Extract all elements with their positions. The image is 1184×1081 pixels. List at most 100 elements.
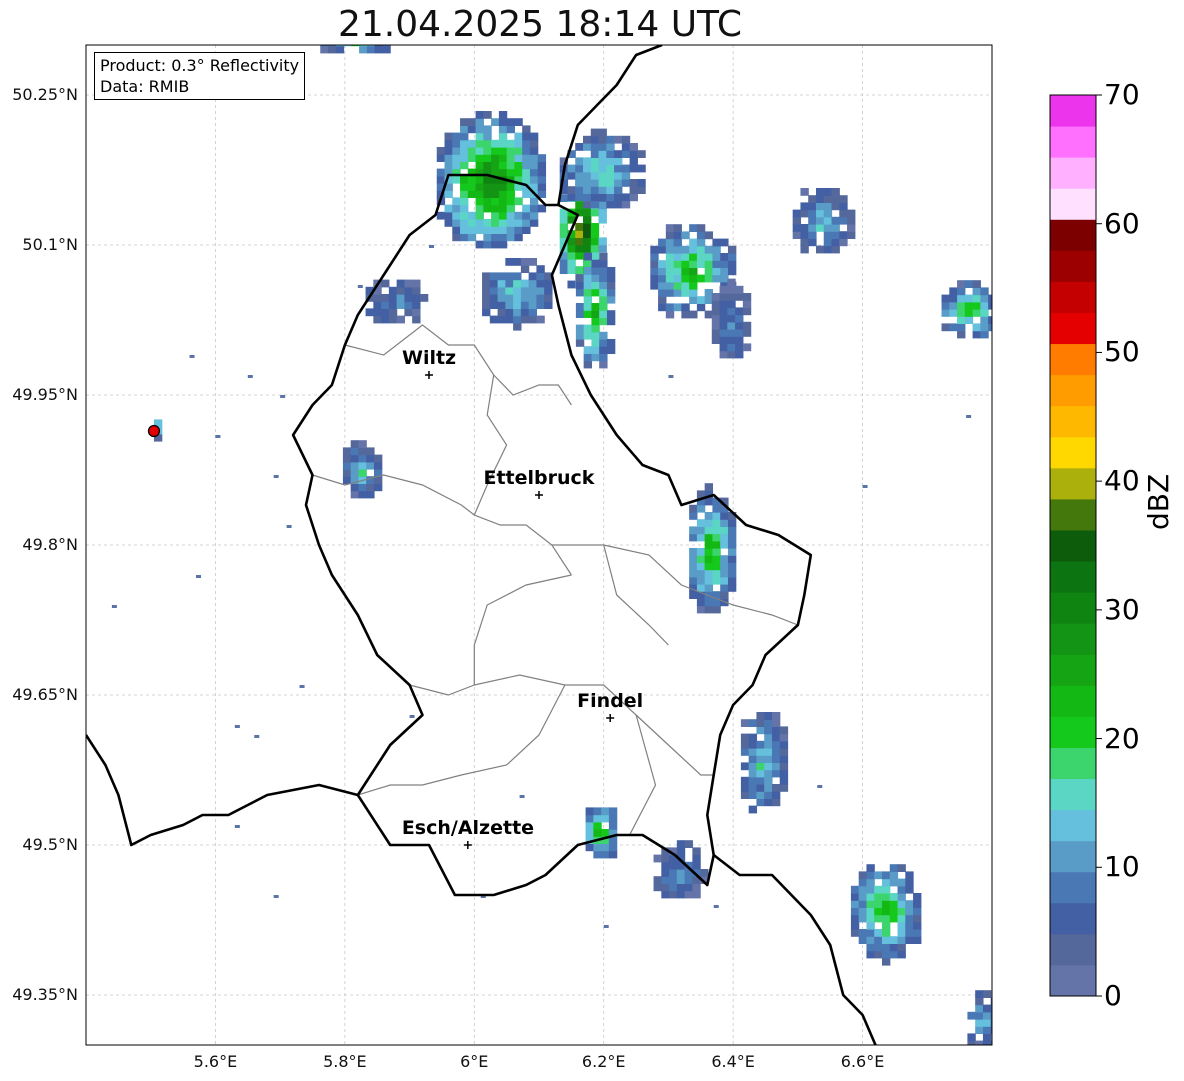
echo-pixel [412,294,421,302]
echo-pixel [606,164,615,173]
colorbar-swatch [1050,436,1096,469]
echo-pixel [881,878,891,887]
echo-pixel [692,847,701,856]
echo-pixel [735,343,744,352]
echo-pixel [567,266,576,274]
echo-pixel [673,238,682,247]
echo-pixel [792,231,802,239]
echo-pixel [506,219,516,227]
colorbar-title: dBZ [1142,473,1175,530]
echo-pixel [756,726,765,735]
city-label: Ettelbruck [483,467,595,489]
echo-pixel [673,303,682,312]
echo-pixel [498,139,508,148]
echo-pixel [575,143,584,151]
echo-pixel [529,154,539,162]
echo-pixel [475,204,484,213]
echo-pixel [614,179,623,187]
echo-pixel [881,943,891,952]
echo-pixel [583,353,593,362]
echo-pixel [388,315,398,324]
echo-pixel [972,301,981,310]
lon-tick-label: 6.2°E [581,1052,626,1071]
echo-pixel [359,45,368,54]
echo-pixel [913,893,922,901]
colorbar-swatch [1050,250,1096,282]
echo-pixel [529,161,539,170]
echo-pixel [831,216,840,225]
echo-pixel [712,519,721,527]
echo-pixel [650,253,659,261]
echo-pixel [444,190,453,198]
echo-pixel [444,147,453,155]
echo-pixel [800,231,809,239]
echo-pixel [498,226,508,234]
echo-pixel [735,314,744,323]
echo-pixel [650,274,659,283]
echo-pixel [585,829,594,837]
echo-pixel [858,936,868,944]
echo-pixel [720,512,729,520]
echo-pixel [621,150,631,158]
echo-pixel [497,301,506,309]
echo-pixel [583,237,592,246]
echo-pixel [583,193,592,202]
echo-pixel [742,293,752,301]
echo-pixel [905,929,914,937]
echo-pixel [513,258,522,266]
echo-pixel [712,504,721,513]
echo-pixel [436,175,446,184]
echo-pixel [839,209,848,218]
echo-pixel [606,150,615,158]
echo-pixel [720,267,729,276]
echo-pixel [621,200,631,209]
echo-pixel [689,504,698,513]
echo-pixel [982,990,992,998]
echo-pixel [350,461,360,470]
echo-pixel [599,353,608,362]
echo-pixel [858,914,868,923]
echo-pixel [606,186,615,194]
echo-pixel [764,740,773,749]
echo-pixel [866,943,875,952]
echo-pixel [711,314,721,323]
echo-pixel [513,272,522,281]
echo-pixel [482,279,491,288]
echo-pixel [823,188,833,196]
echo-pixel [491,154,500,162]
echo-pixel [520,294,530,302]
echo-pixel [536,301,545,309]
echo-pixel [601,807,610,816]
echo-pixel [874,936,883,944]
echo-pixel [467,175,477,184]
echo-pixel [514,219,523,227]
echo-pixel [583,223,592,231]
echo-pixel [913,921,922,930]
echo-pixel [482,301,491,309]
echo-pixel [673,281,682,290]
echo-pixel [712,267,721,276]
echo-pixel [366,490,375,499]
echo-pixel [467,190,477,198]
echo-pixel [792,216,802,225]
echo-pixel [957,301,966,310]
echo-pixel [897,943,906,952]
echo-pixel [489,315,499,324]
echo-pixel [358,469,367,477]
echo-pixel [404,301,413,309]
echo-pixel [583,157,592,166]
echo-pixel [980,301,989,310]
echo-pixel [665,224,675,232]
echo-pixel [957,287,966,296]
echo-pixel [881,936,891,944]
echo-pixel [575,288,585,297]
echo-pixel [905,900,914,908]
echo-pixel [350,454,360,463]
echo-pixel [740,740,750,749]
echo-pixel [467,226,477,234]
echo-pixel [972,280,981,288]
echo-pixel [905,907,914,916]
echo-pixel [669,869,678,877]
echo-pixel [483,111,492,119]
echo-pixel [608,807,618,816]
